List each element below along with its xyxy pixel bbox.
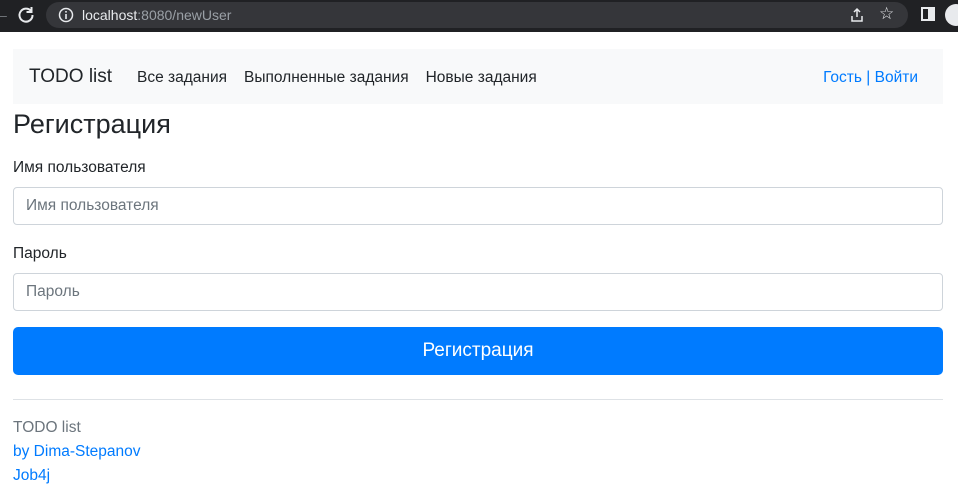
username-input[interactable] (13, 187, 943, 225)
footer-app-name: TODO list (13, 419, 81, 436)
nav-login-link[interactable]: Войти (875, 69, 918, 86)
address-bar[interactable]: localhost:8080/newUser ☆ (46, 2, 908, 28)
nav-link-completed-tasks[interactable]: Выполненные задания (244, 68, 409, 88)
url-host: localhost (82, 7, 138, 23)
bookmark-star-icon[interactable]: ☆ (879, 4, 894, 24)
page-title: Регистрация (13, 109, 171, 139)
url-path: :8080/newUser (137, 7, 232, 23)
nav-separator: | (861, 69, 875, 86)
password-input[interactable] (13, 273, 943, 311)
browser-chrome: ← localhost:8080/newUser ☆ (0, 0, 958, 32)
share-icon[interactable] (849, 7, 865, 23)
username-label: Имя пользователя (13, 159, 146, 176)
profile-avatar[interactable] (945, 4, 958, 26)
back-icon[interactable]: ← (0, 6, 10, 24)
side-panel-icon[interactable] (921, 7, 935, 21)
footer-job4j-link[interactable]: Job4j (13, 466, 50, 486)
nav-user-link[interactable]: Гость (823, 69, 862, 86)
nav-links: Все задания Выполненные задания Новые за… (137, 68, 537, 88)
footer-author-link[interactable]: by Dima-Stepanov (13, 442, 141, 462)
nav-link-all-tasks[interactable]: Все задания (137, 68, 227, 88)
nav-user-area: Гость | Войти (823, 68, 918, 88)
reload-icon[interactable] (16, 5, 36, 25)
footer-divider (13, 399, 943, 400)
password-label: Пароль (13, 245, 67, 262)
navbar-brand[interactable]: TODO list (29, 66, 112, 88)
register-button[interactable]: Регистрация (13, 327, 943, 375)
nav-link-new-tasks[interactable]: Новые задания (426, 68, 537, 88)
info-icon[interactable] (58, 7, 74, 23)
address-url[interactable]: localhost:8080/newUser (82, 7, 231, 23)
navbar: TODO list Все задания Выполненные задани… (13, 49, 943, 104)
